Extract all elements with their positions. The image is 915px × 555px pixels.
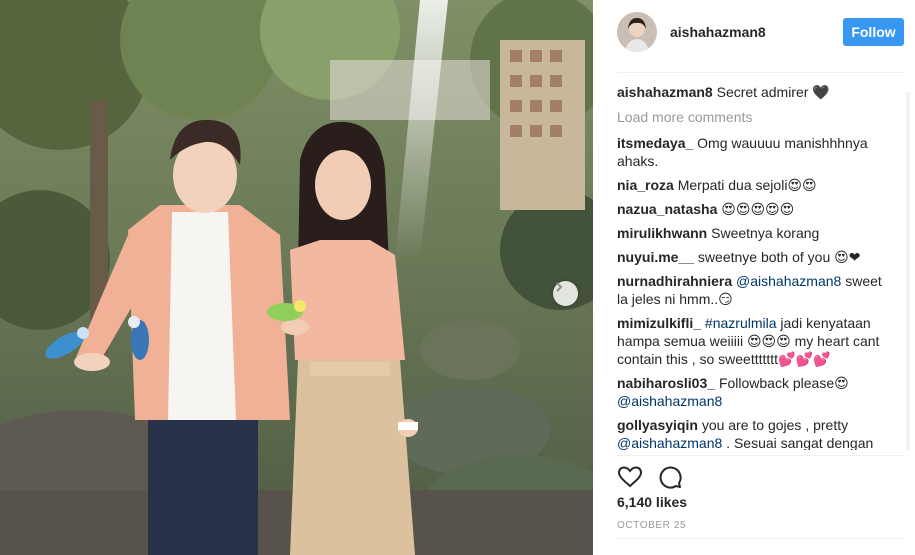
mention-link[interactable]: @aishahazman8 <box>736 273 841 289</box>
avatar[interactable] <box>617 12 657 52</box>
caption-username[interactable]: aishahazman8 <box>617 84 713 100</box>
post-sidebar: aishahazman8 Follow aishahazman8 Secret … <box>593 0 915 555</box>
comment-text: 😍😍😍😍😍 <box>721 201 795 217</box>
hashtag-link[interactable]: #nazrulmila <box>705 315 777 331</box>
comments-scrollbar[interactable] <box>906 92 910 450</box>
action-bar <box>617 455 904 495</box>
comment-text: . Sesuai sangat dengan <box>726 435 874 450</box>
comment-username[interactable]: nabiharosli03_ <box>617 375 715 391</box>
divider <box>617 538 904 539</box>
speech-bubble-icon <box>659 466 682 489</box>
comment-button[interactable] <box>657 464 683 490</box>
comments-list: aishahazman8 Secret admirer 🖤 Load more … <box>617 83 887 450</box>
photo-illustration <box>0 0 593 555</box>
comment: mimizulkifli_ #nazrulmila jadi kenyataan… <box>617 314 887 368</box>
post-date[interactable]: OCTOBER 25 <box>617 520 686 531</box>
comment-text: Sweetnya korang <box>711 225 820 241</box>
comment-username[interactable]: gollyasyiqin <box>617 417 698 433</box>
comment-username[interactable]: nurnadhirahniera <box>617 273 732 289</box>
comment-text: Merpati dua sejoli😍😍 <box>677 177 817 193</box>
comment-username[interactable]: mimizulkifli_ <box>617 315 701 331</box>
comment-username[interactable]: itsmedaya_ <box>617 135 693 151</box>
comment-text: Followback please😍 <box>718 375 849 391</box>
comment: nazua_natasha 😍😍😍😍😍 <box>617 200 887 218</box>
comment-text: you are to gojes , pretty <box>701 417 849 433</box>
load-more-comments-link[interactable]: Load more comments <box>617 108 887 126</box>
like-count[interactable]: 6,140 likes <box>617 494 687 510</box>
comment: nuyui.me__ sweetnye both of you 😍❤ <box>617 248 887 266</box>
avatar-icon <box>617 12 657 52</box>
heart-outline-icon <box>617 466 643 488</box>
comment: gollyasyiqin you are to gojes , pretty @… <box>617 416 887 450</box>
comment-username[interactable]: mirulikhwann <box>617 225 707 241</box>
comment: nia_roza Merpati dua sejoli😍😍 <box>617 176 887 194</box>
mention-link[interactable]: @aishahazman8 <box>617 393 722 409</box>
comment: mirulikhwann Sweetnya korang <box>617 224 887 242</box>
comment-text: sweetnye both of you 😍❤ <box>697 249 861 265</box>
follow-button[interactable]: Follow <box>843 18 904 46</box>
owner-username[interactable]: aishahazman8 <box>670 24 766 40</box>
comment-username[interactable]: nazua_natasha <box>617 201 717 217</box>
comment-username[interactable]: nuyui.me__ <box>617 249 694 265</box>
next-photo-button[interactable] <box>553 281 578 306</box>
divider <box>617 72 904 73</box>
comment: nabiharosli03_ Followback please😍 @aisha… <box>617 374 887 410</box>
post-photo <box>0 0 593 555</box>
comment: nurnadhirahniera @aishahazman8 sweet la … <box>617 272 887 308</box>
caption: aishahazman8 Secret admirer 🖤 <box>617 83 887 101</box>
comment-username[interactable]: nia_roza <box>617 177 674 193</box>
caption-text: Secret admirer 🖤 <box>716 84 830 100</box>
mention-link[interactable]: @aishahazman8 <box>617 435 722 450</box>
post-header: aishahazman8 Follow <box>593 0 915 72</box>
like-button[interactable] <box>617 464 643 490</box>
chevron-right-icon <box>556 282 563 292</box>
comment: itsmedaya_ Omg wauuuu manishhhnya ahaks. <box>617 134 887 170</box>
